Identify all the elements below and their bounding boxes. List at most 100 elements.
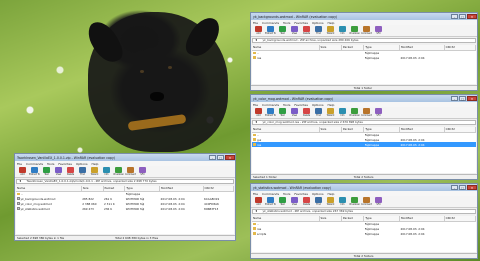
menu-item-commands[interactable]: Commands (26, 162, 43, 166)
list-item[interactable]: res Fájlmappa 2017.08.03. 2:04 (252, 55, 476, 60)
winrar-window-vanilla-ex[interactable]: TwarkIrosen_VanillaEX_1.0.0.1.zip - WinR… (14, 153, 236, 241)
file-list[interactable]: Name Size Packed Type Modified CRC32.. Fájlmap… (16, 186, 235, 234)
toolbar-view-button[interactable]: View (53, 166, 64, 176)
close-button[interactable]: ✕ (467, 14, 477, 19)
menu-item-options[interactable]: Options (312, 21, 324, 25)
toolbar-view-button[interactable]: View (289, 25, 300, 35)
close-button[interactable]: ✕ (225, 155, 235, 160)
toolbar-virusscan-button[interactable]: VirusScan (349, 25, 360, 35)
list-item[interactable]: res Fájlmappa 2017.08.03. 2:04 (252, 142, 476, 147)
toolbar-delete-button[interactable]: Delete (65, 166, 76, 176)
close-button[interactable]: ✕ (467, 96, 477, 101)
toolbar-comment-button[interactable]: Comment (125, 166, 136, 176)
toolbar-view-button[interactable]: View (289, 107, 300, 117)
address-bar[interactable]: ⬆ yk_statistics.wotmod - ZIP archive, unp… (252, 208, 476, 214)
toolbar-add-button[interactable]: Add (253, 25, 264, 35)
toolbar-comment-button[interactable]: Comment (361, 107, 372, 117)
menu-item-options[interactable]: Options (312, 103, 324, 107)
toolbar-info-button[interactable]: Info (337, 107, 348, 117)
address-bar[interactable]: ⬆ TwarkIrosen_VanillaEX_1.0.0.1.zip\mods\… (16, 178, 234, 184)
toolbar-find-button[interactable]: Find (77, 166, 88, 176)
menu-item-tools[interactable]: Tools (283, 21, 290, 25)
list-item[interactable]: scripts Fájlmappa 2017.08.03. 2:04 (252, 231, 476, 236)
toolbar-extract-to-button[interactable]: Extract To (265, 107, 276, 117)
menu-item-favorites[interactable]: Favorites (58, 162, 72, 166)
maximize-button[interactable]: □ (217, 155, 224, 160)
title-bar[interactable]: yk_statistics.wotmod - WinRAR (evaluatio… (251, 184, 477, 191)
toolbar-virusscan-button[interactable]: VirusScan (349, 107, 360, 117)
minimize-button[interactable]: – (451, 96, 458, 101)
menu-item-tools[interactable]: Tools (283, 192, 290, 196)
toolbar-find-button[interactable]: Find (313, 107, 324, 117)
toolbar-delete-button[interactable]: Delete (301, 107, 312, 117)
up-folder-icon[interactable]: ⬆ (255, 210, 258, 213)
toolbar-find-button[interactable]: Find (313, 25, 324, 35)
menu-item-commands[interactable]: Commands (262, 192, 279, 196)
toolbar-sfx-button[interactable]: SFX (137, 166, 148, 176)
menu-item-favorites[interactable]: Favorites (294, 192, 308, 196)
close-button[interactable]: ✕ (467, 185, 477, 190)
toolbar-view-button[interactable]: View (289, 196, 300, 206)
menu-item-favorites[interactable]: Favorites (294, 21, 308, 25)
toolbar-wizard-button[interactable]: Wizard (325, 25, 336, 35)
title-bar[interactable]: yk_color_mog.wotmod - WinRAR (evaluation… (251, 95, 477, 102)
menu-item-favorites[interactable]: Favorites (294, 103, 308, 107)
maximize-button[interactable]: □ (459, 96, 466, 101)
menu-item-help[interactable]: Help (92, 162, 99, 166)
toolbar-find-button[interactable]: Find (313, 196, 324, 206)
toolbar-info-button[interactable]: Info (337, 196, 348, 206)
minimize-button[interactable]: – (451, 14, 458, 19)
menu-item-options[interactable]: Options (76, 162, 88, 166)
menu-item-tools[interactable]: Tools (283, 103, 290, 107)
toolbar-wizard-button[interactable]: Wizard (89, 166, 100, 176)
file-list[interactable]: Name Size Packed Type Modified CRC32.. Fájlmap… (252, 45, 477, 84)
toolbar-sfx-button[interactable]: SFX (373, 107, 384, 117)
toolbar-info-button[interactable]: Info (337, 25, 348, 35)
maximize-button[interactable]: □ (459, 14, 466, 19)
winrar-window-color-mog[interactable]: yk_color_mog.wotmod - WinRAR (evaluation… (250, 94, 478, 180)
menu-item-help[interactable]: Help (328, 192, 335, 196)
menu-item-commands[interactable]: Commands (262, 21, 279, 25)
toolbar-test-button[interactable]: Test (277, 25, 288, 35)
minimize-button[interactable]: – (209, 155, 216, 160)
title-bar[interactable]: yk_backgrounds.wotmod - WinRAR (evaluati… (251, 13, 477, 20)
file-list[interactable]: Name Size Packed Type Modified CRC32.. Fájlmap… (252, 127, 477, 173)
menu-item-help[interactable]: Help (328, 103, 335, 107)
toolbar-test-button[interactable]: Test (277, 107, 288, 117)
toolbar-virusscan-button[interactable]: VirusScan (113, 166, 124, 176)
minimize-button[interactable]: – (451, 185, 458, 190)
address-bar[interactable]: ⬆ yk_backgrounds.wotmod - ZIP archive, un… (252, 37, 476, 43)
menu-item-file[interactable]: File (253, 103, 258, 107)
file-list[interactable]: Name Size Packed Type Modified CRC32.. Fájlmap… (252, 216, 477, 252)
toolbar-extract-to-button[interactable]: Extract To (265, 25, 276, 35)
up-folder-icon[interactable]: ⬆ (255, 121, 258, 124)
toolbar-extract-to-button[interactable]: Extract To (265, 196, 276, 206)
toolbar-wizard-button[interactable]: Wizard (325, 107, 336, 117)
toolbar-comment-button[interactable]: Comment (361, 196, 372, 206)
winrar-window-statistics[interactable]: yk_statistics.wotmod - WinRAR (evaluatio… (250, 183, 478, 259)
toolbar-delete-button[interactable]: Delete (301, 25, 312, 35)
toolbar-virusscan-button[interactable]: VirusScan (349, 196, 360, 206)
menu-item-tools[interactable]: Tools (47, 162, 54, 166)
menu-item-file[interactable]: File (253, 192, 258, 196)
menu-item-options[interactable]: Options (312, 192, 324, 196)
toolbar-wizard-button[interactable]: Wizard (325, 196, 336, 206)
menu-item-help[interactable]: Help (328, 21, 335, 25)
up-folder-icon[interactable]: ⬆ (19, 180, 22, 183)
title-bar[interactable]: TwarkIrosen_VanillaEX_1.0.0.1.zip - WinR… (15, 154, 235, 161)
toolbar-sfx-button[interactable]: SFX (373, 196, 384, 206)
toolbar-add-button[interactable]: Add (253, 107, 264, 117)
menu-item-file[interactable]: File (17, 162, 22, 166)
toolbar-test-button[interactable]: Test (41, 166, 52, 176)
list-item[interactable]: yk_statistics.wotmod 269 473 236 K WOTMOD f… (16, 206, 234, 211)
winrar-window-backgrounds[interactable]: yk_backgrounds.wotmod - WinRAR (evaluati… (250, 12, 478, 91)
toolbar-delete-button[interactable]: Delete (301, 196, 312, 206)
toolbar-sfx-button[interactable]: SFX (373, 25, 384, 35)
toolbar-info-button[interactable]: Info (101, 166, 112, 176)
menu-item-file[interactable]: File (253, 21, 258, 25)
toolbar-test-button[interactable]: Test (277, 196, 288, 206)
toolbar-add-button[interactable]: Add (17, 166, 28, 176)
menu-item-commands[interactable]: Commands (262, 103, 279, 107)
toolbar-extract-to-button[interactable]: Extract To (29, 166, 40, 176)
address-bar[interactable]: ⬆ yk_color_mog.wotmod.res - ZIP archive, … (252, 119, 476, 125)
